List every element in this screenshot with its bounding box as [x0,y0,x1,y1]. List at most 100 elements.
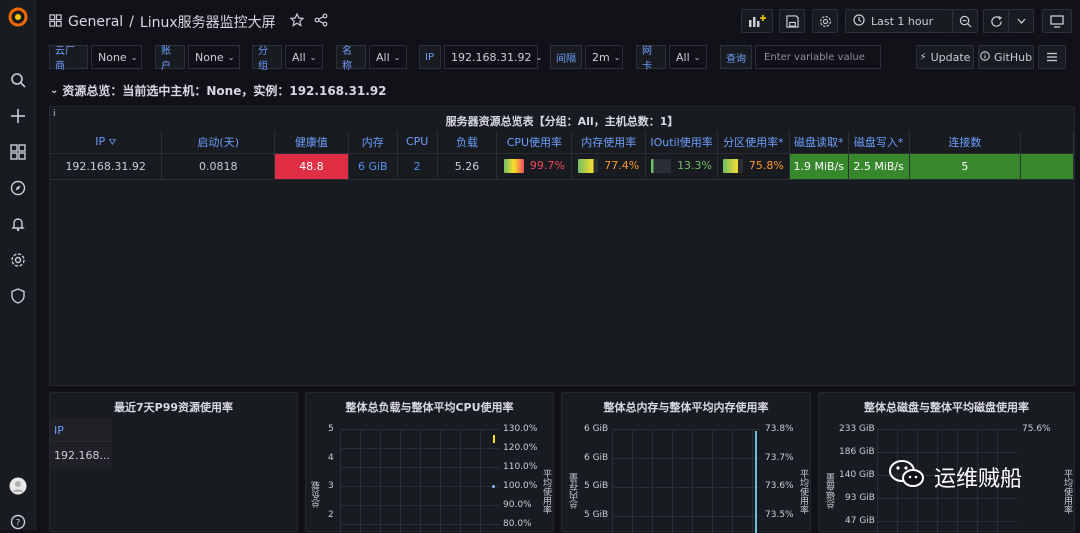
column-header[interactable]: IOutil使用率 [645,131,718,154]
chevron-down-icon: ⌄ [613,52,621,62]
column-header[interactable]: IP ⛛ [50,131,163,154]
tv-mode-monitor-icon[interactable] [1042,9,1072,33]
chart-plot-area[interactable] [340,429,500,533]
save-dashboard-icon[interactable] [779,9,805,33]
variables-bar: 云厂商 None ⌄ 账户 None ⌄ 分组 All ⌄ 名称 All ⌄ IP 19… [36,45,1080,72]
tick-label: 3 [328,481,334,491]
cell-uptime: 0.0818 [161,153,276,180]
dashboard-title[interactable]: Linux服务器监控大屏 [140,12,276,32]
search-icon[interactable] [8,70,28,90]
variable-select-group[interactable]: All ⌄ [285,45,323,69]
wechat-logo-icon [888,458,926,496]
tick-label: 100.0% [503,481,538,491]
star-icon[interactable] [289,12,305,31]
zoom-out-icon[interactable] [952,9,978,33]
variable-label-group: 分组 [252,45,282,72]
tick-label: 120.0% [503,443,538,453]
tick-label: 73.6% [765,481,794,491]
plus-icon[interactable] [8,106,28,126]
overview-table-panel: i 服务器资源总览表【分组：All，主机总数：1】 IP ⛛ 启动(天) 健康值… [49,106,1075,386]
github-link-label: GitHub [993,50,1033,64]
row-title: 资源总览：当前选中主机：None，实例：192.168.31.92 [62,84,387,98]
explore-compass-icon[interactable] [8,178,28,198]
cell-mem-usage: 77.4% [571,153,647,180]
breadcrumb-folder[interactable]: General [68,14,123,30]
memory-series-line [755,431,757,533]
server-admin-shield-icon[interactable] [8,286,28,306]
tick-label: 93 GiB [845,493,875,503]
column-header[interactable]: 连接数 [909,131,1022,154]
cpu-usage-gauge [503,159,524,173]
cell-health: 48.8 [274,153,349,180]
dashboards-icon[interactable] [8,142,28,162]
column-header[interactable]: 磁盘读取* [789,131,849,154]
chart-title: 整体总磁盘与整体平均磁盘使用率 [864,401,1029,414]
query-variable-input[interactable]: Enter variable value [755,45,881,69]
column-header[interactable]: 分区使用率* [717,131,790,154]
menu-hamburger-icon[interactable] [1038,45,1066,69]
variable-label-account: 账户 [155,45,185,72]
table-header-row: IP ⛛ 启动(天) 健康值 内存 CPU 负载 CPU使用率 内存使用率 IO… [50,131,1074,154]
filter-icon[interactable]: ⛛ [109,138,117,148]
column-header[interactable]: 启动(天) [161,131,276,154]
update-link-button[interactable]: ⚡ Update [916,45,974,69]
variable-select-name[interactable]: All ⌄ [369,45,407,69]
chevron-down-icon: ⌄ [309,52,317,62]
row-header[interactable]: ⌄ 资源总览：当前选中主机：None，实例：192.168.31.92 [50,82,387,99]
p99-column-header[interactable]: IP [50,418,112,442]
cell-disk-write: 2.5 MiB/s [848,153,910,180]
svg-text:?: ? [16,519,21,529]
add-panel-icon[interactable] [741,9,773,33]
chart-ylabel-right: 平均使用率 [1062,469,1072,514]
chart-title: 整体总内存与整体平均内存使用率 [603,401,769,414]
variable-label-name: 名称 [336,45,366,72]
cpu-series-point [492,485,495,488]
alerting-bell-icon[interactable] [8,214,28,234]
sidebar: ? [0,0,36,530]
dashboard-settings-gear-icon[interactable] [812,9,838,33]
tick-label: 4 [328,453,334,463]
chart-plot-area[interactable] [612,429,760,533]
dashboard-navbar: General / Linux服务器监控大屏 Last 1 hour [36,0,1080,42]
breadcrumb-separator: / [129,14,134,30]
variable-select-nic[interactable]: All ⌄ [669,45,707,69]
variable-label-ip: IP [419,45,441,69]
mem-usage-value: 77.4% [604,159,640,172]
tick-label: 233 GiB [839,424,875,434]
column-header[interactable]: CPU使用率 [496,131,573,154]
refresh-interval-chevron-down-icon[interactable] [1008,9,1034,33]
cpu-usage-value: 99.7% [529,159,565,172]
column-header[interactable]: 内存使用率 [571,131,647,154]
column-header-empty [1020,131,1074,154]
time-range-picker[interactable]: Last 1 hour [845,9,953,33]
column-header[interactable]: 磁盘写入* [848,131,910,154]
github-link-button[interactable]: GitHub [978,45,1034,69]
partition-value: 75.8% [748,159,784,172]
chevron-down-icon: ⌄ [393,52,401,62]
configuration-gear-icon[interactable] [8,250,28,270]
variable-select-ip[interactable]: 192.168.31.92 ⌄ [444,45,542,69]
column-header[interactable]: CPU [397,131,438,154]
grafana-logo-icon[interactable] [7,6,29,28]
column-header[interactable]: 健康值 [274,131,349,154]
refresh-icon[interactable] [983,9,1009,33]
chevron-down-icon: ⌄ [227,52,235,62]
p99-panel-title: 最近7天P99资源使用率 [113,401,234,414]
variable-select-cloud[interactable]: None ⌄ [91,45,142,69]
column-header[interactable]: 内存 [348,131,398,154]
clock-icon [853,13,865,29]
variable-select-interval[interactable]: 2m ⌄ [585,45,623,69]
tick-label: 5 GiB [584,510,609,520]
cell-cpu-usage: 99.7% [496,153,573,180]
partition-gauge [722,159,743,173]
cell-ioutil: 13.3% [645,153,718,180]
dashboard-grid-icon [49,13,62,31]
column-header[interactable]: 负载 [437,131,498,154]
share-icon[interactable] [314,13,328,31]
chevron-down-icon: ⌄ [693,52,701,62]
help-icon[interactable]: ? [8,512,28,532]
variable-select-account[interactable]: None ⌄ [188,45,240,69]
variable-value: None [195,50,224,64]
user-avatar[interactable] [8,476,28,496]
table-row: 192.168.31.92 0.0818 48.8 6 GiB 2 5.26 9… [50,153,1074,180]
